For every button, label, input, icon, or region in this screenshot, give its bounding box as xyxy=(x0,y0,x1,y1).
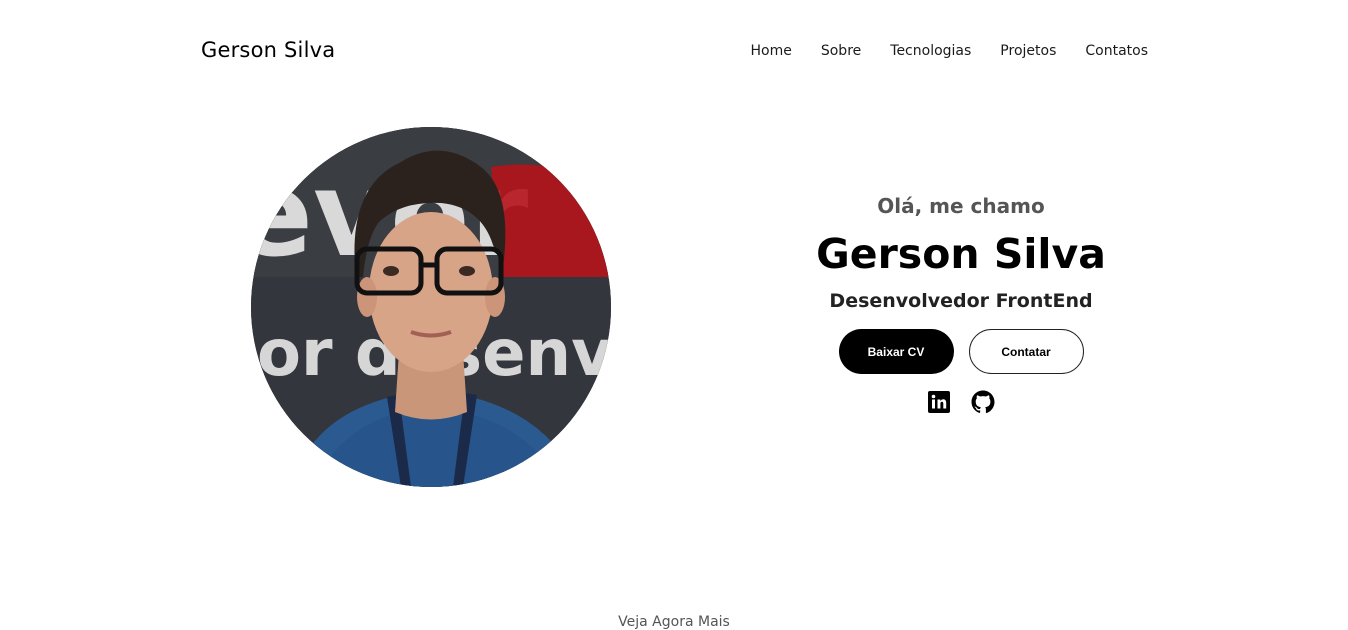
main-nav: Home Sobre Tecnologias Projetos Contatos xyxy=(751,43,1148,59)
hero-role: Desenvolvedor FrontEnd xyxy=(829,290,1093,312)
hero-section: Olá, me chamo Gerson Silva Desenvolvedor… xyxy=(760,190,1162,414)
portfolio-page: Gerson Silva Home Sobre Tecnologias Proj… xyxy=(0,0,1348,630)
see-more-link[interactable]: Veja Agora Mais xyxy=(0,614,1348,630)
github-icon[interactable] xyxy=(971,390,995,414)
brand-logo[interactable]: Gerson Silva xyxy=(201,38,335,62)
contact-button[interactable]: Contatar xyxy=(968,329,1084,374)
hero-buttons: Baixar CV Contatar xyxy=(760,329,1162,374)
profile-photo: ever or desenvolv xyxy=(251,127,611,487)
hero-name: Gerson Silva xyxy=(816,230,1106,278)
nav-tecnologias[interactable]: Tecnologias xyxy=(890,43,971,59)
nav-home[interactable]: Home xyxy=(751,43,792,59)
nav-contatos[interactable]: Contatos xyxy=(1085,43,1148,59)
download-cv-button[interactable]: Baixar CV xyxy=(838,329,954,374)
linkedin-icon[interactable] xyxy=(927,390,951,414)
nav-sobre[interactable]: Sobre xyxy=(821,43,861,59)
social-links xyxy=(760,390,1162,414)
greeting-text: Olá, me chamo xyxy=(877,194,1045,218)
nav-projetos[interactable]: Projetos xyxy=(1000,43,1056,59)
